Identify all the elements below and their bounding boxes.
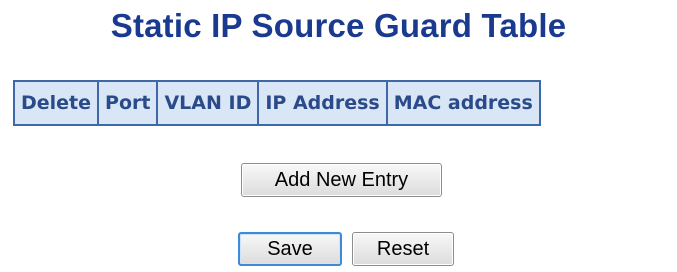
- page: Static IP Source Guard Table Delete Port…: [0, 0, 677, 272]
- column-header-ip-address: IP Address: [257, 80, 388, 126]
- column-header-delete: Delete: [12, 80, 100, 126]
- table-header-row: Delete Port VLAN ID IP Address MAC addre…: [12, 80, 541, 126]
- save-button[interactable]: Save: [238, 232, 342, 266]
- column-header-port: Port: [97, 80, 159, 126]
- add-new-entry-button[interactable]: Add New Entry: [241, 163, 442, 197]
- column-header-mac-address: MAC address: [385, 80, 541, 126]
- table-container: Delete Port VLAN ID IP Address MAC addre…: [12, 80, 541, 126]
- reset-button[interactable]: Reset: [352, 232, 454, 266]
- ip-source-guard-table: Delete Port VLAN ID IP Address MAC addre…: [12, 80, 541, 126]
- column-header-vlan-id: VLAN ID: [156, 80, 260, 126]
- page-title: Static IP Source Guard Table: [110, 7, 567, 44]
